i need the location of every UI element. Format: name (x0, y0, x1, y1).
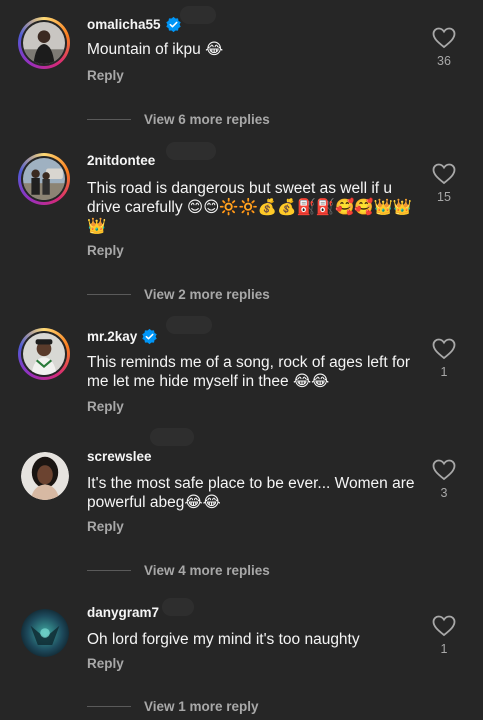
verified-badge-icon (165, 16, 181, 33)
comment-text: Oh lord forgive my mind it's too naughty (87, 631, 360, 648)
blur-mask (166, 316, 212, 334)
like-count: 1 (440, 642, 448, 656)
like-count: 36 (437, 54, 451, 68)
avatar[interactable] (18, 153, 70, 205)
comment-username[interactable]: mr.2kay (87, 328, 158, 345)
view-more-replies[interactable]: View 1 more reply (87, 696, 259, 716)
comment-username[interactable]: 2nitdontee (87, 153, 155, 168)
comment-username[interactable]: screwslee (87, 449, 152, 464)
comment-text: Mountain of ikpu 😂 (87, 41, 224, 58)
reply-button[interactable]: Reply (87, 519, 124, 534)
avatar[interactable] (18, 328, 70, 380)
divider (87, 118, 131, 120)
blur-mask (162, 598, 194, 616)
heart-outline-icon[interactable] (432, 163, 456, 185)
like-count: 15 (437, 190, 451, 204)
like-count: 3 (440, 486, 448, 500)
reply-button[interactable]: Reply (87, 243, 124, 258)
avatar[interactable] (18, 17, 70, 69)
view-more-replies[interactable]: View 4 more replies (87, 560, 270, 580)
blur-mask (166, 142, 216, 160)
avatar-image (21, 609, 69, 657)
reply-button[interactable]: Reply (87, 656, 124, 671)
comment-username[interactable]: omalicha55 (87, 16, 182, 33)
avatar[interactable] (21, 609, 69, 657)
avatar-image (23, 333, 65, 375)
avatar[interactable] (21, 452, 69, 500)
like-count: 1 (440, 365, 448, 379)
blur-mask (180, 6, 216, 24)
avatar-image (23, 22, 65, 64)
heart-outline-icon[interactable] (432, 615, 456, 637)
avatar-image (23, 158, 65, 200)
divider (87, 293, 131, 295)
divider (87, 569, 131, 571)
divider (87, 705, 131, 707)
comment-text: This road is dangerous but sweet as well… (87, 180, 413, 235)
comment-text: This reminds me of a song, rock of ages … (87, 354, 411, 390)
comment-username[interactable]: danygram7 (87, 605, 159, 620)
avatar-image (21, 452, 69, 500)
reply-button[interactable]: Reply (87, 399, 124, 414)
blur-mask (150, 428, 194, 446)
heart-outline-icon[interactable] (432, 459, 456, 481)
verified-badge-icon (142, 328, 158, 345)
view-more-replies[interactable]: View 2 more replies (87, 284, 270, 304)
reply-button[interactable]: Reply (87, 68, 124, 83)
view-more-replies[interactable]: View 6 more replies (87, 109, 270, 129)
heart-outline-icon[interactable] (432, 338, 456, 360)
heart-outline-icon[interactable] (432, 27, 456, 49)
comment-text: It's the most safe place to be ever... W… (87, 475, 415, 511)
